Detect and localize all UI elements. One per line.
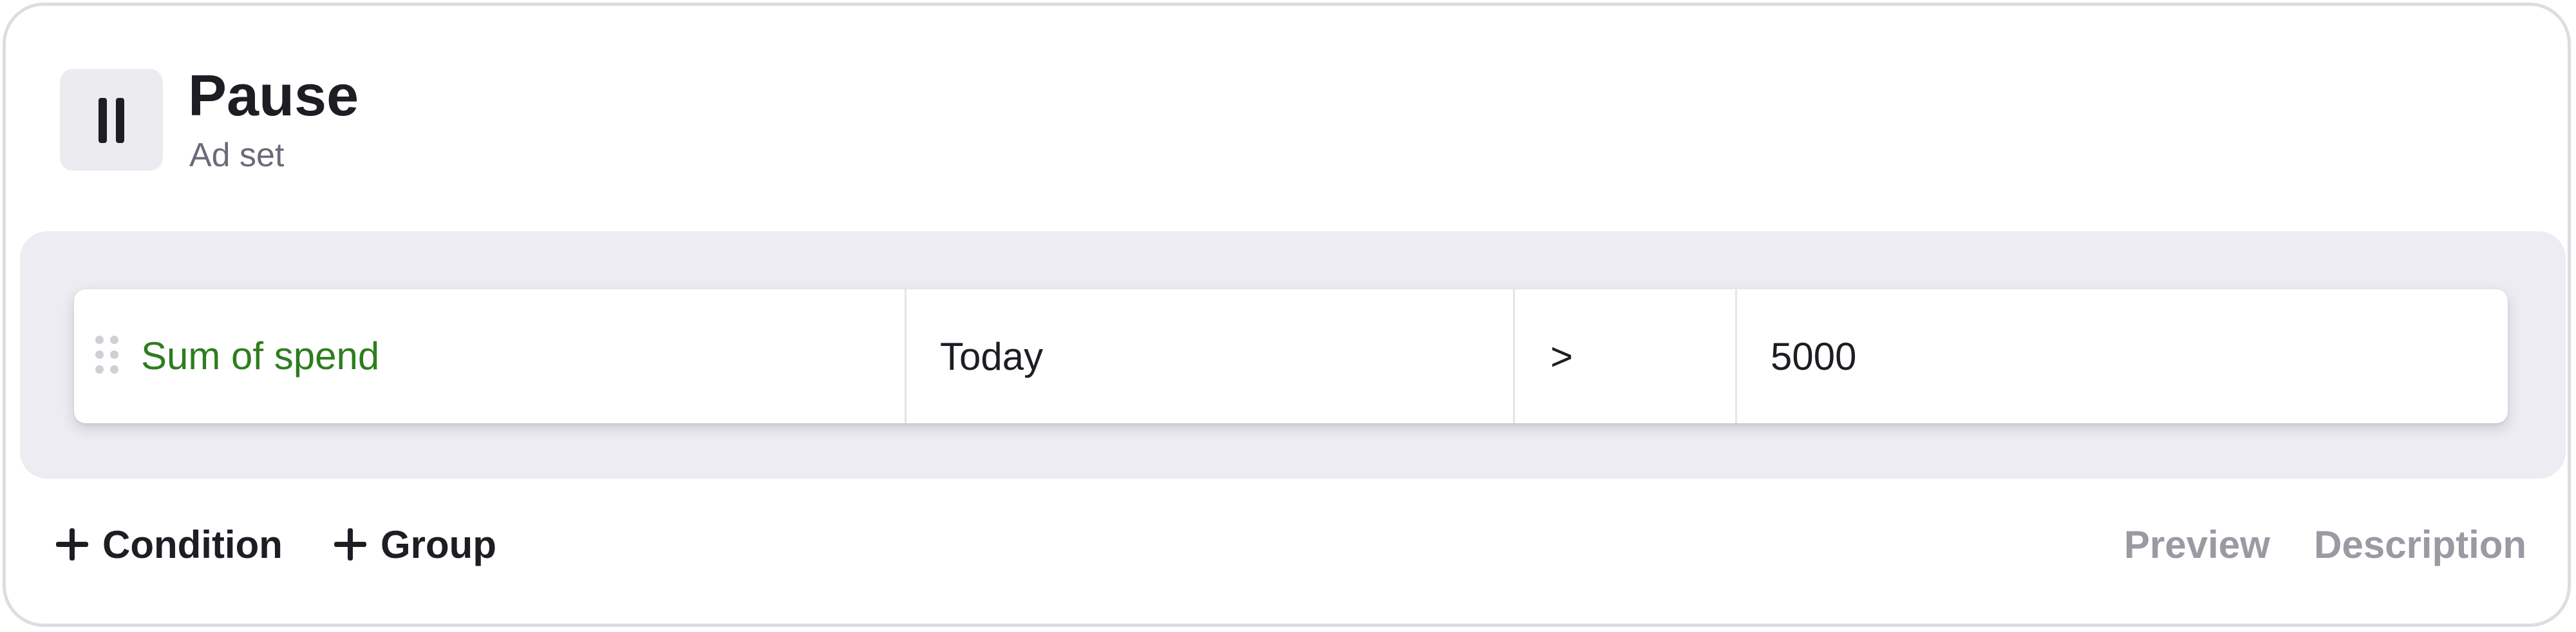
drag-handle-icon[interactable] [95,336,118,374]
description-button[interactable]: Description [2314,519,2526,570]
preview-button[interactable]: Preview [2124,519,2270,570]
add-group-button[interactable]: Group [334,519,496,570]
add-group-label: Group [381,522,496,566]
add-condition-button[interactable]: Condition [56,519,283,570]
period-select[interactable]: Today [905,289,1513,423]
rule-card: Pause Ad set Sum of spend Today > 5000 C… [3,3,2571,627]
plus-icon [56,528,88,560]
value-input[interactable]: 5000 [1735,289,2508,423]
add-condition-label: Condition [102,522,283,566]
pause-icon-bar-right [116,98,124,143]
action-title: Pause [188,64,359,128]
pause-icon-bar-left [99,98,107,143]
metric-cell[interactable]: Sum of spend [74,289,905,423]
conditions-panel: Sum of spend Today > 5000 [20,231,2566,479]
action-subtitle: Ad set [189,137,285,174]
pause-icon [60,69,163,171]
plus-icon [334,528,366,560]
metric-label: Sum of spend [141,334,380,378]
operator-select[interactable]: > [1513,289,1735,423]
condition-row: Sum of spend Today > 5000 [74,289,2508,423]
